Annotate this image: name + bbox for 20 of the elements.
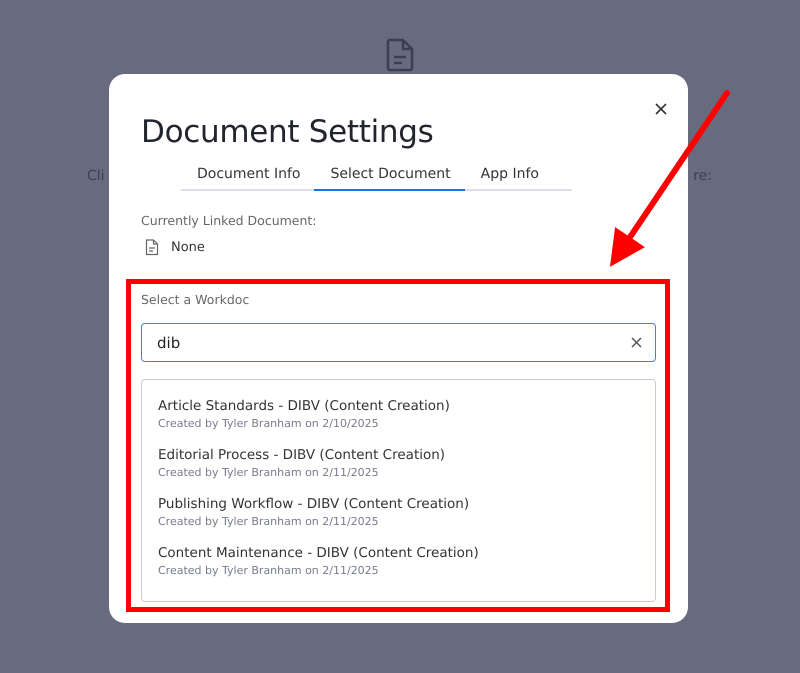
document-icon [386,38,414,72]
result-title[interactable]: Editorial Process - DIBV (Content Creation) [158,447,639,463]
tab[interactable]: Select Document [314,162,465,191]
field-label: Currently Linked Document: [141,213,318,228]
tab[interactable]: Document Info [181,162,314,191]
result-subtitle: Created by Tyler Branham on 2/11/2025 [158,564,380,577]
close-icon[interactable] [655,103,667,115]
document-icon [145,239,159,256]
linked-document-name: None [171,240,205,255]
dialog-title: Document Settings [141,114,434,150]
field-label: Select a Workdoc [141,292,250,307]
clear-icon[interactable] [631,337,642,348]
search-field[interactable]: dib [141,323,656,362]
result-subtitle: Created by Tyler Branham on 2/11/2025 [158,515,380,528]
result-title[interactable]: Content Maintenance - DIBV (Content Creation) [158,545,639,561]
result-subtitle: Created by Tyler Branham on 2/10/2025 [158,417,380,430]
tab[interactable]: App Info [464,162,553,191]
result-subtitle: Created by Tyler Branham on 2/11/2025 [158,466,380,479]
result-title[interactable]: Article Standards - DIBV (Content Creation) [158,398,639,414]
result-title[interactable]: Publishing Workflow - DIBV (Content Creation) [158,496,639,512]
